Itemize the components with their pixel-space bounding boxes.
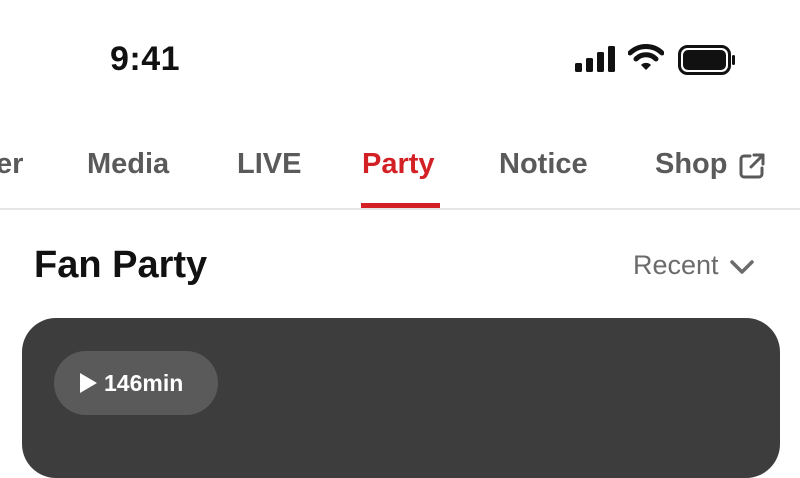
sort-label: Recent <box>633 250 719 280</box>
tab-live[interactable]: LIVE <box>237 148 301 181</box>
tab-media[interactable]: Media <box>87 148 169 181</box>
tab-shop[interactable]: Shop <box>655 148 728 181</box>
fan-party-card[interactable]: 146min <box>22 318 780 478</box>
chevron-down-icon <box>729 259 754 274</box>
status-time: 9:41 <box>110 40 181 78</box>
battery-icon <box>678 45 735 75</box>
status-bar: 9:41 <box>0 0 800 120</box>
section-title: Fan Party <box>34 244 208 286</box>
tab-notice[interactable]: Notice <box>499 148 588 181</box>
external-link-icon[interactable] <box>738 152 766 180</box>
duration-badge: 146min <box>54 351 218 415</box>
wifi-icon <box>628 44 664 70</box>
tab-bar-divider <box>0 208 800 210</box>
sort-dropdown[interactable]: Recent <box>633 250 755 281</box>
play-icon <box>80 373 97 393</box>
tab-er[interactable]: er <box>0 148 23 181</box>
duration-text: 146min <box>104 369 184 396</box>
tab-party[interactable]: Party <box>362 148 435 181</box>
cellular-signal-icon <box>575 46 615 72</box>
tab-bar: er Media LIVE Party Notice Shop <box>0 130 800 210</box>
